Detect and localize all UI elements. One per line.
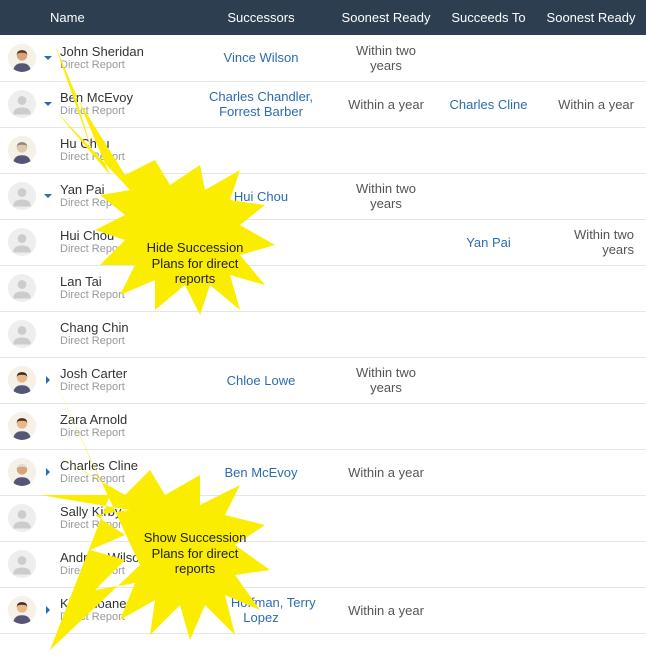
successor-link[interactable]: Charles Chandler, Forrest Barber (199, 89, 323, 119)
employee-role: Direct Report (60, 335, 129, 347)
employee-role: Direct Report (60, 289, 125, 301)
col-header-soonest-ready-2[interactable]: Soonest Ready (536, 0, 646, 35)
successor-link[interactable]: Jen Hoffman, Terry Lopez (199, 595, 323, 625)
soonest-ready-1: Within a year (348, 465, 424, 480)
avatar[interactable] (8, 320, 36, 348)
avatar[interactable] (8, 596, 36, 624)
soonest-ready-1: Within two years (356, 365, 416, 395)
table-row: Yan PaiDirect Report Hui Chou Within two y… (0, 173, 646, 219)
table-row: Andrew WilsonDirect Report (0, 541, 646, 587)
successor-link[interactable]: Ben McEvoy (199, 465, 323, 480)
table-row: Josh CarterDirect Report Chloe Lowe Within… (0, 357, 646, 403)
avatar[interactable] (8, 136, 36, 164)
employee-name[interactable]: Zara Arnold (60, 413, 127, 427)
succeeds-to-link[interactable]: Charles Cline (449, 97, 528, 112)
soonest-ready-1: Within a year (348, 97, 424, 112)
soonest-ready-1: Within two years (356, 181, 416, 211)
employee-name[interactable]: Lan Tai (60, 275, 125, 289)
table-row: Kim SloaneDirect Report Jen Hoffman, Terr… (0, 587, 646, 633)
successor-link[interactable]: Chloe Lowe (199, 373, 323, 388)
avatar[interactable] (8, 504, 36, 532)
col-header-name[interactable]: Name (0, 0, 191, 35)
soonest-ready-1: Within two years (356, 43, 416, 73)
table-row: Charles ClineDirect Report Ben McEvoy With… (0, 449, 646, 495)
table-row: Lan TaiDirect Report (0, 265, 646, 311)
employee-name[interactable]: Andrew Wilson (60, 551, 147, 565)
table-row: Ben McEvoyDirect Report Charles Chandler,… (0, 81, 646, 127)
chevron-down-icon[interactable] (42, 52, 54, 64)
avatar[interactable] (8, 90, 36, 118)
employee-role: Direct Report (60, 151, 125, 163)
chevron-down-icon[interactable] (42, 98, 54, 110)
employee-role: Direct Report (60, 381, 127, 393)
table-header: Name Successors Soonest Ready Succeeds T… (0, 0, 646, 35)
employee-role: Direct Report (60, 105, 133, 117)
succession-table: Name Successors Soonest Ready Succeeds T… (0, 0, 646, 634)
employee-name[interactable]: Ben McEvoy (60, 91, 133, 105)
table-row: John SheridanDirect Report Vince Wilson Wi… (0, 35, 646, 81)
employee-role: Direct Report (60, 243, 125, 255)
employee-name[interactable]: Hui Chou (60, 229, 125, 243)
avatar[interactable] (8, 44, 36, 72)
successor-link[interactable]: Hui Chou (199, 189, 323, 204)
succeeds-to-link[interactable]: Yan Pai (449, 235, 528, 250)
table-row: Chang ChinDirect Report (0, 311, 646, 357)
employee-name[interactable]: Chang Chin (60, 321, 129, 335)
table-row: Hu Ch'iuDirect Report (0, 127, 646, 173)
soonest-ready-1: Within a year (348, 603, 424, 618)
employee-role: Direct Report (60, 473, 138, 485)
avatar[interactable] (8, 458, 36, 486)
employee-role: Direct Report (60, 611, 126, 623)
col-header-successors[interactable]: Successors (191, 0, 331, 35)
employee-name[interactable]: John Sheridan (60, 45, 144, 59)
avatar[interactable] (8, 228, 36, 256)
employee-role: Direct Report (60, 197, 125, 209)
employee-role: Direct Report (60, 59, 144, 71)
chevron-right-icon[interactable] (42, 466, 54, 478)
avatar[interactable] (8, 550, 36, 578)
col-header-succeeds-to[interactable]: Succeeds To (441, 0, 536, 35)
avatar[interactable] (8, 366, 36, 394)
employee-role: Direct Report (60, 565, 147, 577)
table-row: Hui ChouDirect Report Yan Pai Within two y… (0, 219, 646, 265)
avatar[interactable] (8, 182, 36, 210)
employee-name[interactable]: Kim Sloane (60, 597, 126, 611)
table-row: Sally KirbyDirect Report (0, 495, 646, 541)
employee-name[interactable]: Yan Pai (60, 183, 125, 197)
table-row: Zara ArnoldDirect Report (0, 403, 646, 449)
chevron-right-icon[interactable] (42, 604, 54, 616)
employee-name[interactable]: Sally Kirby (60, 505, 125, 519)
employee-name[interactable]: Josh Carter (60, 367, 127, 381)
employee-role: Direct Report (60, 427, 127, 439)
col-header-soonest-ready-1[interactable]: Soonest Ready (331, 0, 441, 35)
employee-role: Direct Report (60, 519, 125, 531)
chevron-right-icon[interactable] (42, 374, 54, 386)
successor-link[interactable]: Vince Wilson (199, 50, 323, 65)
avatar[interactable] (8, 412, 36, 440)
soonest-ready-2: Within two years (574, 227, 634, 257)
chevron-down-icon[interactable] (42, 190, 54, 202)
employee-name[interactable]: Charles Cline (60, 459, 138, 473)
avatar[interactable] (8, 274, 36, 302)
soonest-ready-2: Within a year (558, 97, 634, 112)
employee-name[interactable]: Hu Ch'iu (60, 137, 125, 151)
